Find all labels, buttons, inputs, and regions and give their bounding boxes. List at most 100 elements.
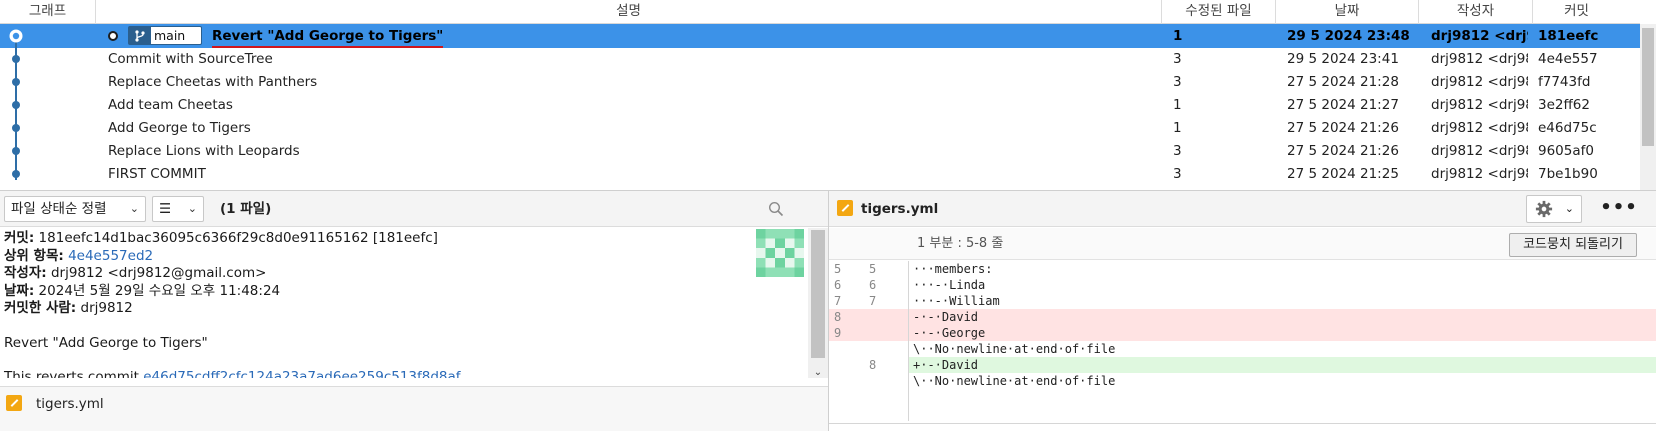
graph-node[interactable]	[12, 101, 20, 109]
list-view-icon: ☰	[159, 201, 172, 217]
commit-date: 27 5 2024 21:26	[1287, 120, 1399, 136]
diff-line-context[interactable]: 5 5 ···members:	[829, 261, 1656, 277]
author-value: drj9812 <drj9812@gmail.com>	[50, 265, 267, 281]
parent-commit-link[interactable]: 4e4e557ed2	[68, 248, 153, 264]
view-mode-dropdown[interactable]: ☰ ⌄	[152, 196, 204, 222]
search-icon[interactable]	[768, 201, 784, 217]
commit-author: drj9812 <drj9812@	[1431, 120, 1528, 136]
commit-files-count: 1	[1173, 28, 1183, 44]
hunk-header: 1 부분 : 5-8 줄 코드뭉치 되돌리기	[829, 228, 1656, 260]
commit-id-value[interactable]: 181eefc14d1bac36095c6366f29c8d0e91165162…	[39, 230, 438, 246]
changed-files-list: tigers.yml	[0, 386, 828, 431]
graph-node[interactable]	[12, 170, 20, 178]
diff-line-context[interactable]: 7 7 ···-·William	[829, 293, 1656, 309]
author-line: 작성자: drj9812 <drj9812@gmail.com>	[4, 265, 804, 283]
scrollbar-thumb[interactable]	[811, 230, 825, 358]
commit-hash: 9605af0	[1538, 143, 1594, 159]
chevron-down-icon: ⌄	[1564, 202, 1574, 215]
committer-label: 커밋한 사람:	[4, 300, 77, 316]
graph-node[interactable]	[12, 124, 20, 132]
commit-author: drj9812 <drj9812@	[1431, 166, 1528, 182]
commit-id-label: 커밋:	[4, 230, 35, 246]
commit-message: Commit with SourceTree	[108, 51, 273, 67]
diff-pane: tigers.yml ⌄ ••• 1 부분 : 5-8 줄 코드뭉치 되돌리기 …	[828, 190, 1656, 431]
diff-line-context[interactable]: \··No·newline·at·end·of·file	[829, 341, 1656, 357]
diff-line-deleted[interactable]: 8 -·-·David	[829, 309, 1656, 325]
diff-view[interactable]: 5 5 ···members: 6 6 ···-·Linda 7 7 ···-·Willia…	[829, 261, 1656, 421]
scrollbar-thumb[interactable]	[1642, 28, 1654, 146]
reverted-commit-link[interactable]: e46d75cdff2cfc124a23a7ad6ee259c513f8d8af	[143, 369, 459, 378]
column-header-date[interactable]: 날짜	[1276, 0, 1419, 24]
commit-row[interactable]: Add George to Tigers 1 27 5 2024 21:26 d…	[0, 116, 1640, 140]
commit-author: drj9812 <drj9812@	[1431, 74, 1528, 90]
column-header-author[interactable]: 작성자	[1419, 0, 1533, 24]
file-list-toolbar: 파일 상태순 정렬 ⌄ ☰ ⌄ (1 파일)	[0, 191, 828, 227]
commit-message: Revert "Add George to Tigers"	[212, 24, 444, 48]
commit-row[interactable]: Commit with SourceTree 3 29 5 2024 23:41…	[0, 47, 1640, 71]
sort-dropdown[interactable]: 파일 상태순 정렬 ⌄	[4, 196, 146, 222]
commit-files-count: 3	[1173, 166, 1182, 182]
commit-hash: 181eefc	[1538, 28, 1598, 44]
column-header-files[interactable]: 수정된 파일	[1162, 0, 1276, 24]
commit-graph	[9, 29, 23, 180]
commit-row[interactable]: FIRST COMMIT 3 27 5 2024 21:25 drj9812 <…	[0, 162, 1640, 186]
diff-line-added[interactable]: 8 +·-·David	[829, 357, 1656, 373]
commit-files-count: 3	[1173, 74, 1182, 90]
diff-line-context[interactable]: 6 6 ···-·Linda	[829, 277, 1656, 293]
branch-icon	[129, 27, 151, 44]
branch-name: main	[154, 28, 186, 43]
commit-row[interactable]: Add team Cheetas 1 27 5 2024 21:27 drj98…	[0, 93, 1640, 117]
branch-label-main[interactable]: main	[128, 26, 202, 45]
commit-message: Add George to Tigers	[108, 120, 251, 136]
commit-files-count: 1	[1173, 120, 1182, 136]
commit-id-line: 커밋: 181eefc14d1bac36095c6366f29c8d0e9116…	[4, 230, 804, 248]
diff-file-title: tigers.yml	[837, 196, 938, 222]
table-header: 그래프 설명 수정된 파일 날짜 작성자 커밋	[0, 0, 1640, 24]
commit-hash: e46d75c	[1538, 120, 1597, 136]
commit-row-selected[interactable]: main Revert "Add George to Tigers" 1 29 …	[0, 24, 1640, 48]
diff-file-name: tigers.yml	[861, 201, 939, 217]
file-count-label: (1 파일)	[220, 201, 272, 217]
commit-details-pane: 파일 상태순 정렬 ⌄ ☰ ⌄ (1 파일) 커밋: 181eefc14d1ba…	[0, 190, 828, 431]
revert-hunk-button[interactable]: 코드뭉치 되돌리기	[1509, 233, 1637, 257]
commit-author: drj9812 <drj9812@	[1431, 97, 1528, 113]
graph-node[interactable]	[12, 78, 20, 86]
committer-line: 커밋한 사람: drj9812	[4, 300, 804, 318]
commit-info: 커밋: 181eefc14d1bac36095c6366f29c8d0e9116…	[0, 228, 808, 378]
graph-node[interactable]	[12, 147, 20, 155]
hunk-title: 1 부분 : 5-8 줄	[917, 236, 1004, 251]
commit-date: 27 5 2024 21:26	[1287, 143, 1399, 159]
commit-hash: 7be1b90	[1538, 166, 1598, 182]
commit-message: Add team Cheetas	[108, 97, 233, 113]
commit-author: drj9812 <drj9812@	[1431, 143, 1528, 159]
details-scrollbar[interactable]: ⌄	[808, 228, 828, 378]
commit-row[interactable]: Replace Lions with Leopards 3 27 5 2024 …	[0, 139, 1640, 163]
diff-line-context[interactable]: \··No·newline·at·end·of·file	[829, 373, 1656, 389]
commit-list-scrollbar[interactable]	[1640, 24, 1656, 190]
modified-file-icon	[6, 395, 22, 411]
commit-author: drj9812 <drj9812@	[1431, 51, 1528, 67]
changed-file-item[interactable]: tigers.yml	[6, 391, 104, 417]
commit-hash: f7743fd	[1538, 74, 1591, 90]
column-header-description[interactable]: 설명	[96, 0, 1162, 24]
commit-date: 27 5 2024 21:25	[1287, 166, 1399, 182]
graph-node[interactable]	[12, 55, 20, 63]
column-header-graph[interactable]: 그래프	[0, 0, 96, 24]
diff-line-deleted[interactable]: 9 -·-·George	[829, 325, 1656, 341]
more-options-button[interactable]: •••	[1599, 195, 1639, 223]
chevron-down-icon: ⌄	[129, 202, 139, 215]
commit-hash: 3e2ff62	[1538, 97, 1590, 113]
author-label: 작성자:	[4, 265, 47, 281]
parent-label: 상위 항목:	[4, 247, 64, 264]
modified-file-icon	[837, 200, 853, 216]
scroll-down-icon[interactable]: ⌄	[808, 367, 828, 378]
commit-message: Replace Cheetas with Panthers	[108, 74, 318, 90]
column-header-commit[interactable]: 커밋	[1533, 0, 1620, 24]
commit-date: 29 5 2024 23:48	[1287, 28, 1410, 44]
author-avatar	[756, 229, 804, 277]
commit-message-title: Revert "Add George to Tigers"	[4, 334, 208, 351]
commit-message: FIRST COMMIT	[108, 166, 206, 182]
diff-settings-button[interactable]: ⌄	[1526, 195, 1582, 223]
chevron-down-icon: ⌄	[187, 202, 197, 215]
commit-row[interactable]: Replace Cheetas with Panthers 3 27 5 202…	[0, 70, 1640, 94]
